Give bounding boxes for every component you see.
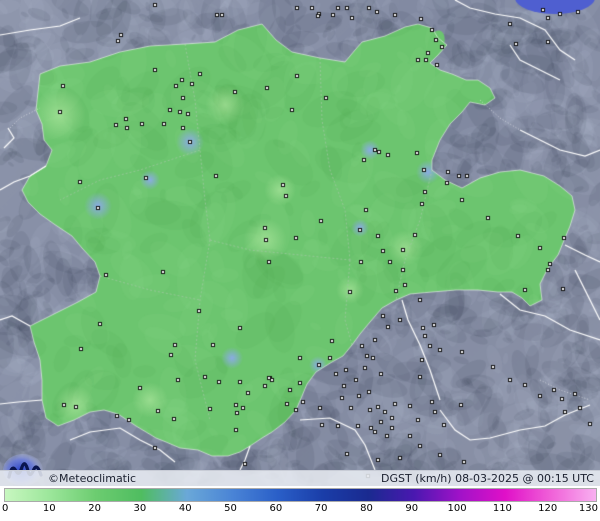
gust-map-canvas bbox=[0, 0, 600, 486]
scale-tick-labels: 0 10 20 30 40 50 60 70 80 90 100 110 120 130 bbox=[0, 503, 600, 517]
scale-tick-110: 110 bbox=[492, 503, 512, 514]
scale-tick-90: 90 bbox=[405, 503, 419, 514]
scale-tick-120: 120 bbox=[538, 503, 558, 514]
scale-tick-100: 100 bbox=[447, 503, 467, 514]
scale-tick-20: 20 bbox=[88, 503, 101, 514]
scale-tick-50: 50 bbox=[224, 503, 237, 514]
scale-tick-80: 80 bbox=[360, 503, 373, 514]
scale-tick-70: 70 bbox=[314, 503, 328, 514]
color-ramp bbox=[4, 488, 597, 502]
scale-tick-40: 40 bbox=[178, 503, 192, 514]
scale-tick-60: 60 bbox=[269, 503, 283, 514]
weather-map: ©Meteoclimatic DGST (km/h) 08-03-2025 @ … bbox=[0, 0, 600, 521]
scale-tick-30: 30 bbox=[133, 503, 147, 514]
scale-tick-10: 10 bbox=[42, 503, 56, 514]
scale-tick-130: 130 bbox=[578, 503, 598, 514]
map-caption: DGST (km/h) 08-03-2025 @ 00:15 UTC bbox=[381, 472, 594, 485]
info-bar: ©Meteoclimatic DGST (km/h) 08-03-2025 @ … bbox=[0, 470, 600, 487]
credit-text: ©Meteoclimatic bbox=[48, 472, 137, 485]
scale-tick-0: 0 bbox=[2, 503, 9, 514]
